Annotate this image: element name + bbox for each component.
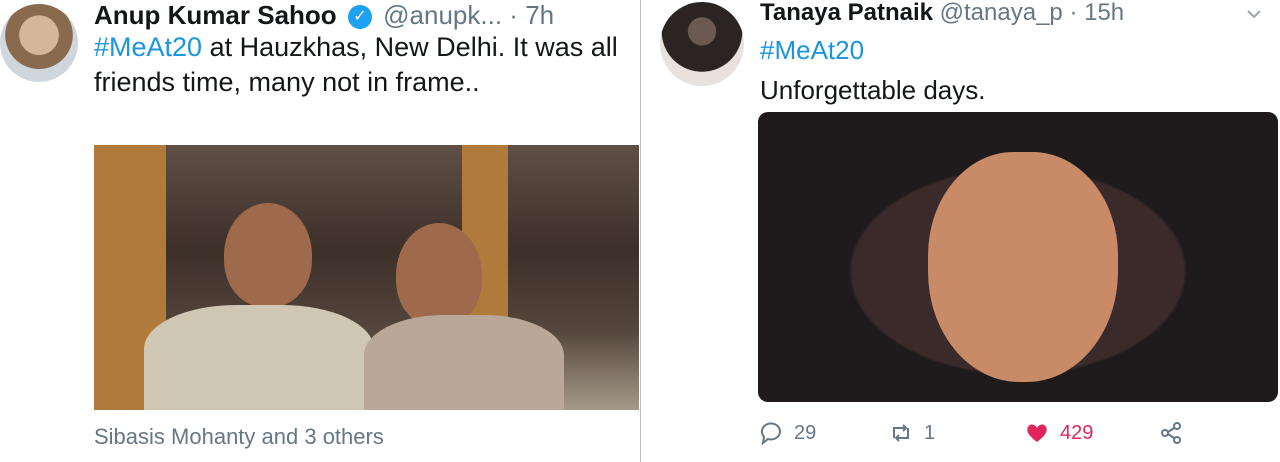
like-button[interactable]: 429 xyxy=(1024,420,1093,446)
header-separator: · xyxy=(1069,0,1078,26)
retweet-button[interactable]: 1 xyxy=(888,420,935,446)
tweet-photo[interactable] xyxy=(758,112,1278,402)
retweet-count: 1 xyxy=(924,421,936,444)
author-name[interactable]: Anup Kumar Sahoo xyxy=(94,0,337,30)
reply-count: 29 xyxy=(794,421,817,444)
header-separator: · xyxy=(509,0,518,30)
tweet-header: Tanaya Patnaik @tanaya_p · 15h xyxy=(760,0,1124,28)
hashtag-link[interactable]: #MeAt20 xyxy=(760,30,1260,70)
tweet-action-bar: 29 1 429 xyxy=(758,420,1278,454)
reply-icon xyxy=(760,422,781,446)
right-tweet-card[interactable]: Tanaya Patnaik @tanaya_p · 15h #MeAt20 U… xyxy=(648,0,1280,462)
share-button[interactable] xyxy=(1158,420,1184,446)
author-name[interactable]: Tanaya Patnaik xyxy=(760,0,933,26)
person-shirt-2 xyxy=(364,315,564,410)
reply-button[interactable]: 29 xyxy=(758,420,816,446)
tweet-time[interactable]: 15h xyxy=(1084,0,1124,26)
author-avatar[interactable] xyxy=(0,4,78,82)
chevron-down-icon[interactable] xyxy=(1244,4,1264,24)
author-handle[interactable]: @anupk... xyxy=(383,0,502,30)
person-head-2 xyxy=(396,223,482,327)
tweet-text-content: Unforgettable days. xyxy=(760,75,986,105)
tweet-time[interactable]: 7h xyxy=(525,0,554,30)
person-head-1 xyxy=(224,203,312,307)
verified-badge-icon: ✓ xyxy=(347,5,372,30)
tweet-header: Anup Kumar Sahoo ✓ @anupk... · 7h xyxy=(94,0,554,30)
person-shirt-1 xyxy=(144,305,374,410)
share-icon xyxy=(1161,422,1181,444)
photo-tag-caption[interactable]: Sibasis Mohanty and 3 others xyxy=(94,424,384,450)
author-handle[interactable]: @tanaya_p xyxy=(940,0,1063,26)
heart-icon xyxy=(1027,424,1047,442)
left-tweet-card[interactable]: Anup Kumar Sahoo ✓ @anupk... · 7h #MeAt2… xyxy=(0,0,641,462)
tweet-photo[interactable] xyxy=(94,145,639,410)
retweet-icon xyxy=(893,424,909,442)
like-count: 429 xyxy=(1060,421,1094,444)
hashtag-link[interactable]: #MeAt20 xyxy=(94,32,202,62)
tweet-text: #MeAt20 Unforgettable days. xyxy=(760,30,1260,110)
tweet-text: #MeAt20 at Hauzkhas, New Delhi. It was a… xyxy=(94,30,624,100)
author-avatar[interactable] xyxy=(660,2,744,86)
face-shape xyxy=(928,152,1118,382)
